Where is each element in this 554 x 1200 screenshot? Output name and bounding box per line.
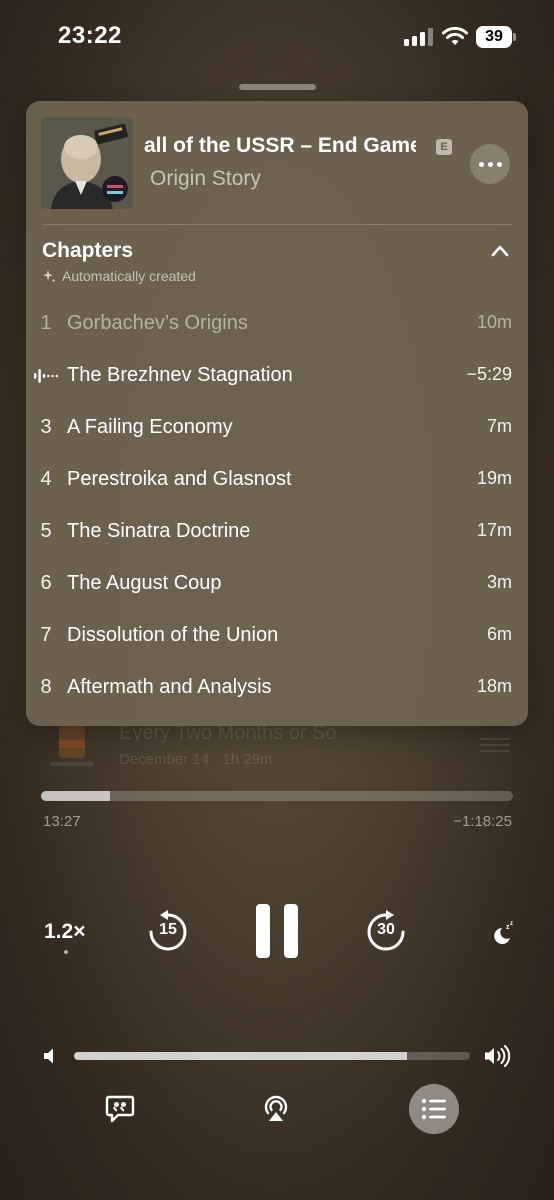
chapter-row[interactable]: 6 The August Coup 3m: [26, 558, 528, 610]
chapter-duration: 7m: [486, 416, 512, 436]
sleep-timer-moon-icon[interactable]: z z: [489, 920, 515, 946]
skip-back-button[interactable]: 15: [146, 910, 190, 954]
now-playing-waveform-icon: [34, 369, 58, 383]
gorbachev-portrait-artwork: [41, 117, 133, 209]
auto-created-note: Automatically created: [42, 268, 196, 284]
chapter-title: Aftermath and Analysis: [67, 676, 272, 698]
volume-max-icon: [485, 1045, 511, 1067]
wifi-icon: [442, 26, 468, 45]
transcript-quote-bubble-icon[interactable]: [104, 1093, 136, 1125]
auto-created-label: Automatically created: [62, 268, 196, 284]
skip-forward-seconds: 30: [377, 921, 395, 938]
chapter-number: 5: [40, 520, 52, 542]
chapter-list: 1 Gorbachev’s Origins 10m The Brezhnev S…: [26, 298, 528, 714]
chapter-duration: 6m: [486, 624, 512, 644]
chapter-title: Gorbachev’s Origins: [67, 312, 248, 334]
airplay-audio-icon[interactable]: [260, 1093, 292, 1125]
chapter-title: Dissolution of the Union: [67, 624, 279, 646]
skip-forward-button[interactable]: 30: [364, 910, 408, 954]
chapter-row-current[interactable]: The Brezhnev Stagnation −5:29: [26, 350, 528, 402]
chapter-number: 1: [40, 312, 52, 334]
chapter-duration: 17m: [476, 520, 512, 540]
explicit-badge: E: [436, 139, 452, 155]
chapter-number: 3: [40, 416, 52, 438]
chapter-duration: 18m: [476, 676, 512, 696]
chapter-number: 6: [40, 572, 52, 594]
chapters-heading: Chapters: [42, 239, 134, 262]
skip-back-seconds: 15: [159, 921, 177, 938]
chapter-number: 4: [40, 468, 52, 490]
volume-fill: [74, 1052, 407, 1060]
sparkle-icon: [43, 270, 56, 283]
chapter-row[interactable]: 7 Dissolution of the Union 6m: [26, 610, 528, 662]
chapter-title: The Brezhnev Stagnation: [67, 364, 293, 386]
chapter-duration: −5:29: [466, 364, 512, 384]
chapter-number: 8: [40, 676, 52, 698]
chapter-title: Perestroika and Glasnost: [67, 468, 292, 490]
chapter-duration: 10m: [476, 312, 512, 332]
clock: 23:22: [58, 22, 122, 49]
more-options-button[interactable]: [470, 144, 510, 184]
playback-speed-button[interactable]: 1.2×: [44, 920, 85, 944]
sheet-grabber[interactable]: [239, 84, 316, 90]
chapter-row[interactable]: 8 Aftermath and Analysis 18m: [26, 662, 528, 714]
chapters-popover: all of the USSR – End Game E Origin Stor…: [26, 101, 528, 726]
chapter-row[interactable]: 5 The Sinatra Doctrine 17m: [26, 506, 528, 558]
episode-title: all of the USSR – End Game: [144, 134, 416, 157]
pause-button[interactable]: [256, 904, 298, 958]
up-next-artwork: [50, 726, 94, 766]
chapter-duration: 19m: [476, 468, 512, 488]
chapter-number: 7: [40, 624, 52, 646]
list-icon: [421, 1098, 446, 1120]
chapter-title: The Sinatra Doctrine: [67, 520, 251, 542]
playback-scrubber[interactable]: [41, 791, 513, 801]
up-next-meta: December 14 · 1h 29m: [119, 751, 273, 768]
remaining-time: −1:18:25: [453, 813, 512, 830]
chapter-row[interactable]: 3 A Failing Economy 7m: [26, 402, 528, 454]
chapter-row[interactable]: 4 Perestroika and Glasnost 19m: [26, 454, 528, 506]
svg-text:z: z: [510, 921, 513, 927]
volume-slider[interactable]: [74, 1052, 470, 1060]
chapter-title: A Failing Economy: [67, 416, 233, 438]
chapter-duration: 3m: [486, 572, 512, 592]
chevron-up-icon[interactable]: [490, 241, 510, 261]
reorder-grip-icon[interactable]: [480, 738, 510, 752]
chapter-title: The August Coup: [67, 572, 222, 594]
queue-list-button[interactable]: [409, 1084, 459, 1134]
show-name[interactable]: Origin Story: [150, 167, 261, 191]
elapsed-time: 13:27: [43, 813, 81, 830]
volume-min-icon: [44, 1048, 53, 1064]
playback-progress-fill: [41, 791, 110, 801]
cellular-signal-icon: [404, 28, 434, 46]
divider: [42, 224, 512, 225]
battery-level: 39: [476, 26, 512, 48]
speed-indicator-dot: [64, 950, 68, 954]
status-bar: 23:22 39: [0, 0, 554, 80]
chapter-row[interactable]: 1 Gorbachev’s Origins 10m: [26, 298, 528, 350]
battery-icon: 39: [476, 26, 516, 48]
